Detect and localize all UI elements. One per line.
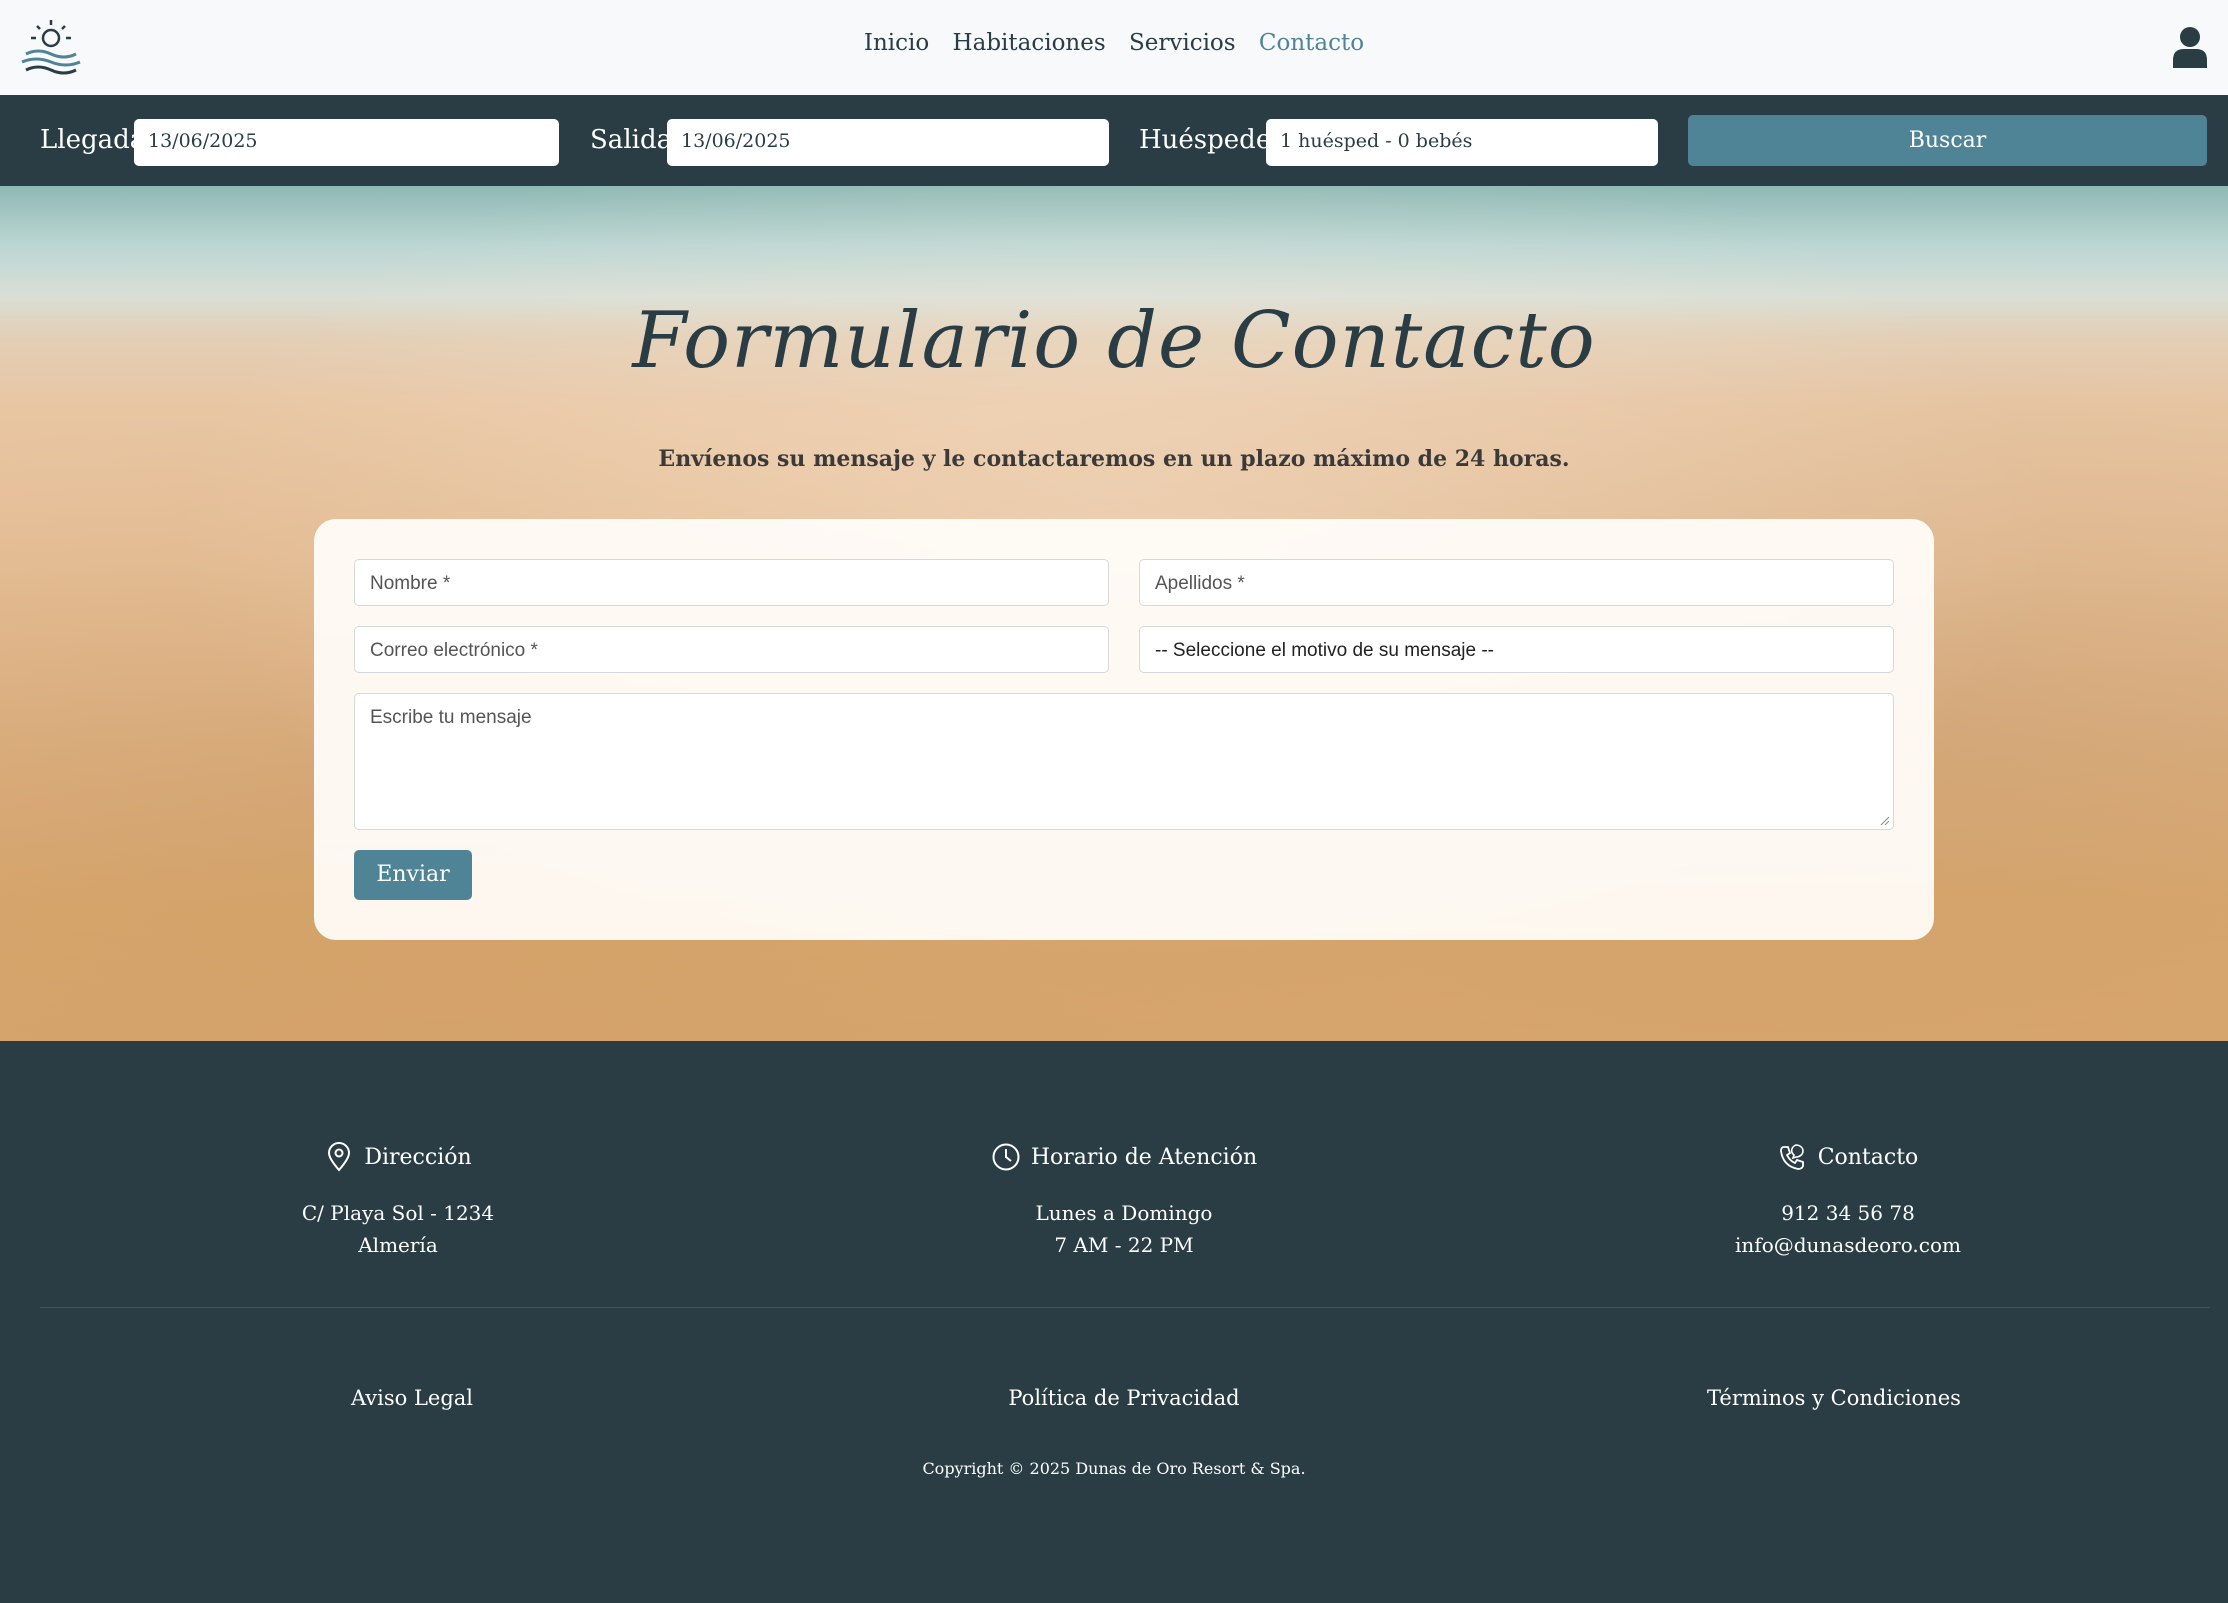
message-placeholder: Escribe tu mensaje	[370, 707, 532, 728]
booking-search-bar: Llegada 13/06/2025 Salida 13/06/2025 Hué…	[0, 95, 2228, 186]
footer-address: Dirección C/ Playa Sol - 1234 Almería	[148, 1139, 648, 1257]
resize-handle-icon[interactable]	[1879, 815, 1889, 825]
footer: Dirección C/ Playa Sol - 1234 Almería Ho…	[0, 1041, 2228, 1603]
message-textarea[interactable]: Escribe tu mensaje	[354, 693, 1894, 830]
email-field[interactable]: Correo electrónico *	[354, 626, 1109, 673]
surname-field[interactable]: Apellidos *	[1139, 559, 1894, 606]
contact-form: Nombre * Apellidos * Correo electrónico …	[314, 519, 1934, 940]
footer-hours-line1: Lunes a Domingo	[1035, 1201, 1213, 1225]
terms-conditions-link[interactable]: Términos y Condiciones	[1634, 1386, 2034, 1410]
location-pin-icon	[328, 1142, 351, 1172]
footer-address-line1: C/ Playa Sol - 1234	[301, 1201, 495, 1225]
legal-notice-link[interactable]: Aviso Legal	[212, 1386, 612, 1410]
user-icon[interactable]	[2172, 26, 2208, 68]
footer-contact: Contacto 912 34 56 78 info@dunasdeoro.co…	[1598, 1139, 2098, 1257]
main-nav: Inicio Habitaciones Servicios Contacto	[0, 30, 2228, 56]
page-title: Formulario de Contacto	[632, 296, 1596, 386]
footer-hours-title: Horario de Atención	[1030, 1144, 1258, 1170]
reason-select[interactable]: -- Seleccione el motivo de su mensaje --	[1139, 626, 1894, 673]
phone-chat-icon	[1779, 1144, 1804, 1170]
footer-address-line2: Almería	[358, 1233, 438, 1257]
footer-email[interactable]: info@dunasdeoro.com	[1598, 1233, 2098, 1257]
copyright: Copyright © 2025 Dunas de Oro Resort & S…	[922, 1459, 1306, 1478]
clock-icon	[992, 1143, 1020, 1171]
arrival-label: Llegada	[40, 125, 146, 155]
footer-address-title: Dirección	[364, 1144, 472, 1170]
footer-hours-line2: 7 AM - 22 PM	[1054, 1233, 1194, 1257]
name-field[interactable]: Nombre *	[354, 559, 1109, 606]
departure-date-input[interactable]: 13/06/2025	[667, 119, 1109, 166]
footer-hours: Horario de Atención Lunes a Domingo 7 AM…	[874, 1139, 1374, 1257]
footer-phone[interactable]: 912 34 56 78	[1598, 1201, 2098, 1225]
arrival-date-input[interactable]: 13/06/2025	[134, 119, 559, 166]
nav-link-inicio[interactable]: Inicio	[864, 30, 929, 56]
hero-section: Formulario de Contacto Envíenos su mensa…	[0, 186, 2228, 1041]
departure-label: Salida	[590, 125, 673, 155]
send-button[interactable]: Enviar	[354, 850, 472, 900]
search-button[interactable]: Buscar	[1688, 115, 2207, 166]
footer-contact-title: Contacto	[1817, 1144, 1919, 1170]
page-subtitle: Envíenos su mensaje y le contactaremos e…	[658, 446, 1570, 472]
guests-input[interactable]: 1 huésped - 0 bebés	[1266, 119, 1658, 166]
nav-link-habitaciones[interactable]: Habitaciones	[953, 30, 1106, 56]
nav-link-servicios[interactable]: Servicios	[1129, 30, 1236, 56]
footer-divider	[40, 1307, 2210, 1308]
privacy-policy-link[interactable]: Política de Privacidad	[924, 1386, 1324, 1410]
guests-label: Huéspedes	[1139, 125, 1285, 155]
nav-link-contacto[interactable]: Contacto	[1259, 30, 1364, 56]
navbar: Inicio Habitaciones Servicios Contacto	[0, 0, 2228, 95]
